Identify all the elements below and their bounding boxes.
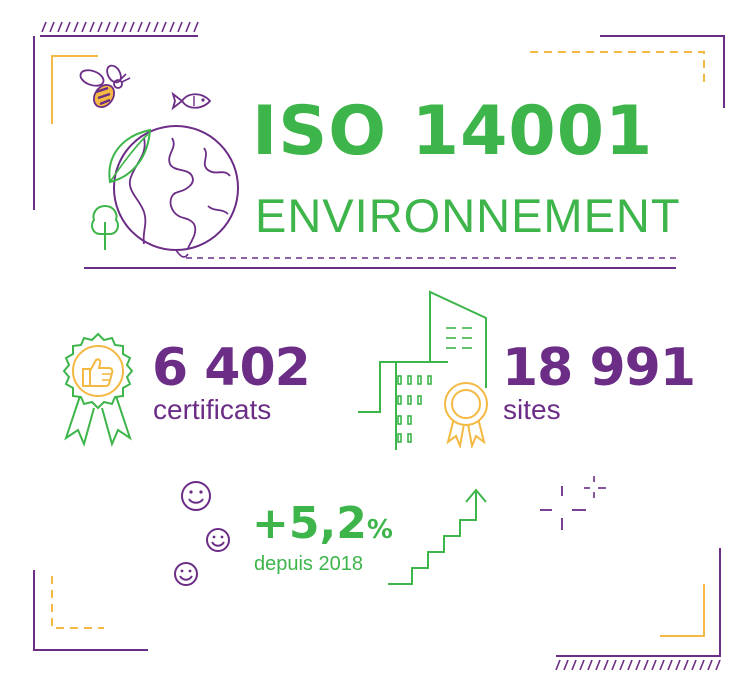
medal-icon bbox=[444, 382, 488, 448]
growth-number: +5,2 bbox=[252, 498, 367, 549]
page-subtitle: ENVIRONNEMENT bbox=[255, 189, 681, 242]
certificates-value: 6 402 bbox=[152, 338, 311, 398]
sites-label: sites bbox=[503, 394, 561, 425]
tree-icon bbox=[91, 204, 119, 250]
page-title: ISO 14001 bbox=[252, 92, 654, 171]
growth-value: +5,2% bbox=[252, 502, 393, 546]
thumbs-up-icon bbox=[82, 358, 114, 387]
certificates-label: certificats bbox=[153, 394, 272, 425]
sites-value: 18 991 bbox=[502, 338, 696, 398]
stairs-arrow-icon bbox=[388, 488, 487, 585]
fish-icon bbox=[171, 91, 212, 111]
leaf-icon bbox=[108, 128, 152, 184]
sparkle-icon bbox=[540, 476, 606, 530]
growth-label: depuis 2018 bbox=[254, 553, 363, 575]
smiley-icon bbox=[174, 481, 230, 586]
bee-icon bbox=[79, 64, 131, 109]
